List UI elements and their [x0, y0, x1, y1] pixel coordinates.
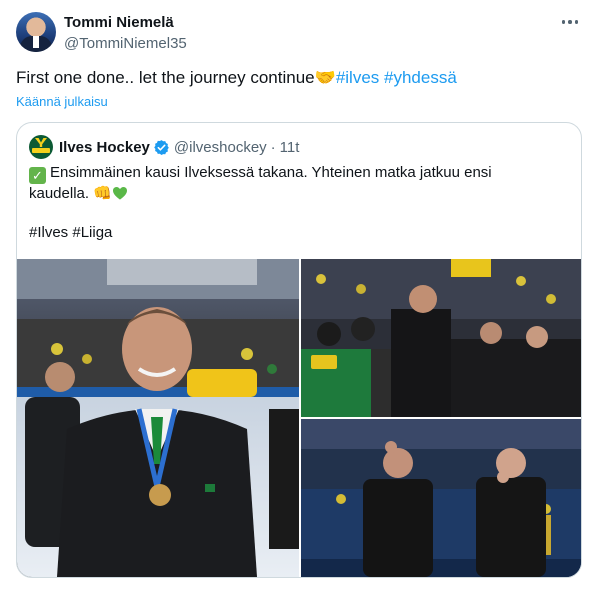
quoted-hashtags[interactable]: #Ilves #Liiga	[29, 223, 112, 243]
photo-coaches-applauding[interactable]	[301, 419, 581, 577]
handshake-emoji: 🤝	[314, 68, 336, 87]
quoted-tweet[interactable]: Ilves Hockey @ilveshockey · 11t ✓ Ensimmä…	[16, 122, 582, 578]
author-handle[interactable]: @TommiNiemel35	[64, 34, 187, 53]
quoted-tweet-text: ✓ Ensimmäinen kausi Ilveksessä takana. Yh…	[29, 163, 569, 204]
dot-separator: ·	[270, 138, 276, 156]
ilves-logo-avatar[interactable]	[29, 135, 53, 159]
tweet-body: First one done.. let the journey continu…	[16, 68, 315, 87]
quoted-author-handle[interactable]: @ilveshockey	[174, 139, 267, 156]
quoted-timestamp[interactable]: 11t	[280, 139, 300, 156]
tweet-text: First one done.. let the journey continu…	[16, 67, 457, 89]
more-options-icon[interactable]	[560, 12, 580, 32]
fist-emoji: 👊	[93, 185, 112, 202]
author-avatar[interactable]	[16, 12, 56, 52]
hashtag-ilves[interactable]: #ilves	[336, 68, 379, 87]
quoted-text-line-2: kaudella.	[29, 185, 90, 202]
hashtag-yhdessa[interactable]: #yhdessä	[384, 68, 457, 87]
translate-post-link[interactable]: Käännä julkaisu	[16, 94, 108, 109]
verified-badge-icon	[154, 139, 169, 155]
check-mark-emoji: ✓	[29, 167, 46, 184]
photo-team-bench[interactable]	[301, 259, 581, 417]
author-info: Tommi Niemelä @TommiNiemel35	[64, 13, 187, 53]
quoted-author-name[interactable]: Ilves Hockey	[59, 139, 150, 156]
photo-coach-with-medal[interactable]	[17, 259, 299, 577]
green-heart-emoji	[112, 187, 127, 200]
quoted-tweet-header: Ilves Hockey @ilveshockey · 11t	[29, 135, 299, 159]
author-name[interactable]: Tommi Niemelä	[64, 13, 187, 32]
quoted-text-line-1: Ensimmäinen kausi Ilveksessä takana. Yht…	[50, 164, 492, 181]
